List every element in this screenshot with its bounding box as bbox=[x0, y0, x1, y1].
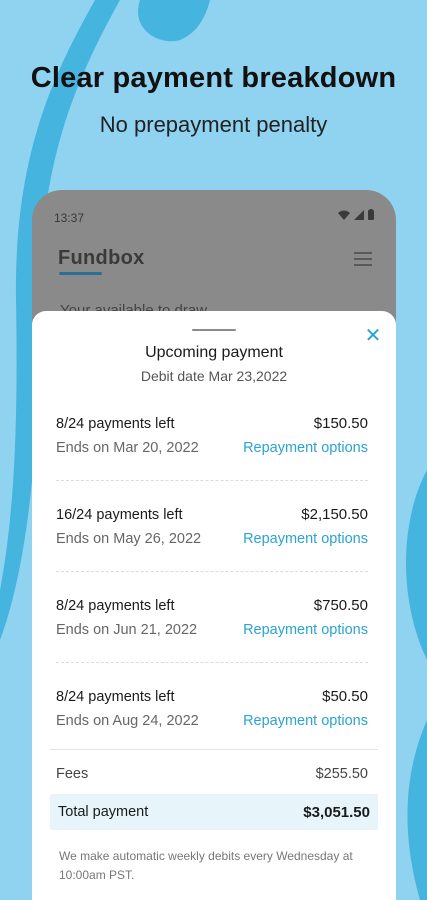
sheet-title: Upcoming payment bbox=[145, 344, 283, 361]
repayment-options-link[interactable]: Repayment options bbox=[243, 531, 368, 547]
repayment-options-link[interactable]: Repayment options bbox=[243, 713, 368, 729]
app-header: Fundbox bbox=[32, 240, 396, 290]
loan-list: 8/24 payments left $150.50 Ends on Mar 2… bbox=[56, 411, 368, 775]
loan-amount: $750.50 bbox=[313, 597, 368, 614]
hamburger-menu-icon[interactable] bbox=[354, 252, 372, 266]
repayment-options-link[interactable]: Repayment options bbox=[243, 622, 368, 638]
app-logo: Fundbox bbox=[58, 247, 145, 269]
payments-left: 8/24 payments left bbox=[56, 598, 175, 614]
loan-row: 8/24 payments left $150.50 Ends on Mar 2… bbox=[56, 411, 368, 502]
loan-end-date: Ends on Aug 24, 2022 bbox=[56, 713, 199, 729]
loan-amount: $50.50 bbox=[322, 688, 368, 705]
repayment-options-link[interactable]: Repayment options bbox=[243, 440, 368, 456]
fees-value: $255.50 bbox=[315, 766, 368, 782]
loan-amount: $150.50 bbox=[313, 415, 368, 432]
drag-handle[interactable] bbox=[192, 329, 236, 331]
payments-left: 16/24 payments left bbox=[56, 507, 183, 523]
status-time: 13:37 bbox=[54, 211, 85, 225]
status-bar: 13:37 bbox=[32, 190, 396, 240]
status-icons bbox=[338, 209, 374, 220]
promo-subheadline: No prepayment penalty bbox=[99, 112, 328, 137]
loan-end-date: Ends on Mar 20, 2022 bbox=[56, 440, 199, 456]
signal-icon bbox=[354, 209, 364, 220]
debit-schedule-note: We make automatic weekly debits every We… bbox=[59, 849, 353, 882]
total-label: Total payment bbox=[58, 804, 149, 820]
total-payment-row: Total payment $3,051.50 bbox=[50, 794, 378, 830]
row-divider bbox=[56, 662, 368, 663]
fees-row: Fees $255.50 bbox=[56, 766, 368, 788]
row-divider bbox=[56, 480, 368, 481]
loan-amount: $2,150.50 bbox=[301, 506, 368, 523]
debit-date: Debit date Mar 23,2022 bbox=[140, 368, 288, 384]
payments-left: 8/24 payments left bbox=[56, 416, 175, 432]
summary-divider bbox=[50, 749, 378, 750]
fees-label: Fees bbox=[56, 766, 89, 782]
loan-end-date: Ends on May 26, 2022 bbox=[56, 531, 202, 547]
loan-row: 8/24 payments left $50.50 Ends on Aug 24… bbox=[56, 684, 368, 775]
upcoming-payment-sheet: ✕ Upcoming payment Debit date Mar 23,202… bbox=[32, 311, 396, 900]
payments-left: 8/24 payments left bbox=[56, 689, 175, 705]
row-divider bbox=[56, 571, 368, 572]
loan-row: 16/24 payments left $2,150.50 Ends on Ma… bbox=[56, 502, 368, 593]
wifi-icon bbox=[338, 210, 350, 220]
loan-row: 8/24 payments left $750.50 Ends on Jun 2… bbox=[56, 593, 368, 684]
loan-end-date: Ends on Jun 21, 2022 bbox=[56, 622, 198, 638]
logo-underline bbox=[59, 272, 102, 275]
total-value: $3,051.50 bbox=[303, 804, 370, 821]
battery-icon bbox=[368, 209, 374, 220]
promo-headline: Clear payment breakdown bbox=[30, 62, 397, 94]
